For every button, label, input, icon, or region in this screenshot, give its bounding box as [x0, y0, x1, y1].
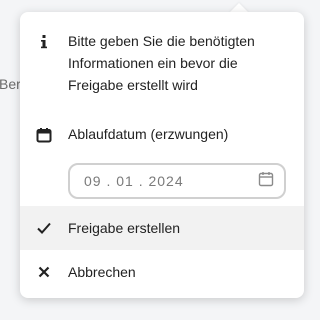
- create-share-label: Freigabe erstellen: [68, 220, 181, 236]
- info-text: Bitte geben Sie die benötigten Informati…: [68, 30, 255, 96]
- expiration-date-value: 09 . 01 . 2024: [84, 173, 184, 189]
- info-icon: [20, 34, 68, 50]
- create-share-button[interactable]: Freigabe erstellen: [20, 206, 304, 250]
- share-popover: Bitte geben Sie die benötigten Informati…: [20, 12, 304, 298]
- background-text: Ber: [0, 76, 21, 92]
- info-text-line-3: Freigabe erstellt wird: [68, 77, 198, 93]
- cancel-label: Abbrechen: [68, 264, 136, 280]
- calendar-picker-icon[interactable]: [258, 171, 274, 192]
- checkmark-icon: [20, 222, 68, 234]
- expiration-date-input[interactable]: 09 . 01 . 2024: [68, 163, 286, 199]
- expiration-label-row: Ablaufdatum (erzwungen): [20, 123, 304, 145]
- info-text-line-2: Informationen ein bevor die: [68, 55, 238, 71]
- info-text-line-1: Bitte geben Sie die benötigten: [68, 33, 255, 49]
- expiration-label: Ablaufdatum (erzwungen): [68, 126, 229, 142]
- close-icon: [20, 266, 68, 278]
- calendar-icon: [20, 127, 68, 143]
- cancel-button[interactable]: Abbrechen: [20, 250, 304, 294]
- info-message: Bitte geben Sie die benötigten Informati…: [20, 30, 304, 96]
